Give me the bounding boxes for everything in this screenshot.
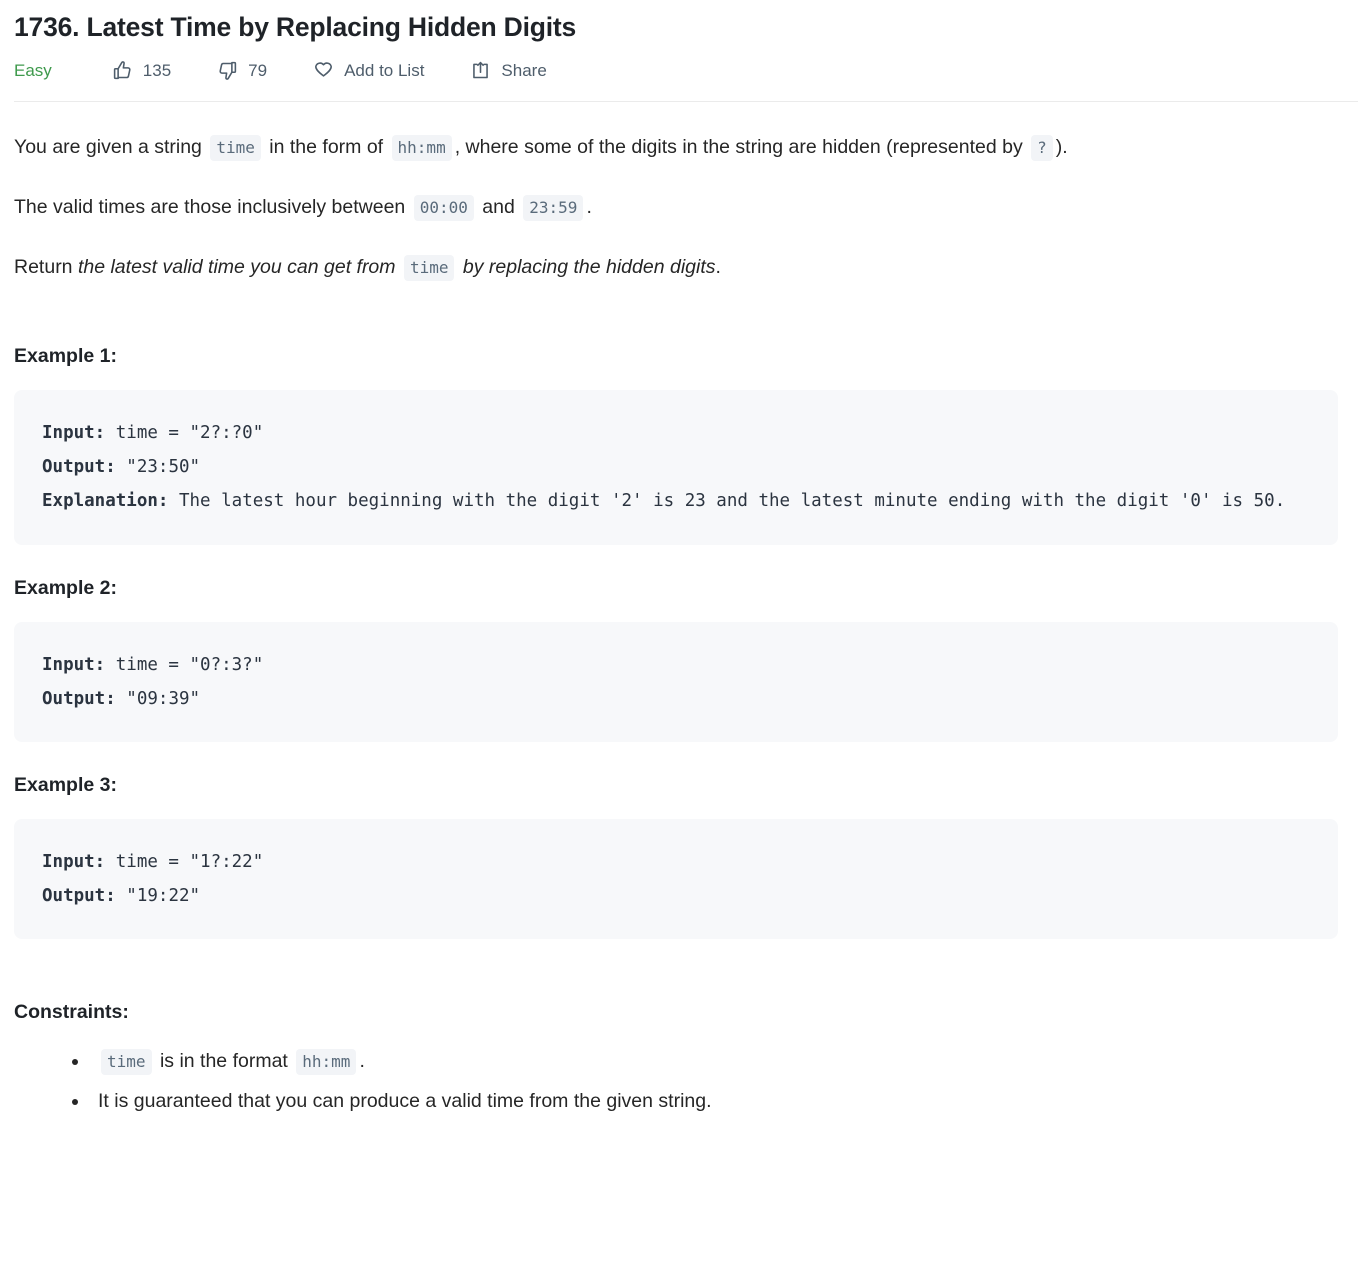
constraint-item-2: It is guaranteed that you can produce a … bbox=[72, 1086, 1356, 1118]
desc-p3-text-a: Return bbox=[14, 255, 73, 278]
upvote-count: 135 bbox=[142, 60, 172, 80]
thumbs-up-icon bbox=[112, 60, 133, 81]
desc-p2-text-c: . bbox=[586, 196, 592, 219]
inline-code-time-3: time bbox=[101, 1049, 152, 1076]
constraints-spacer bbox=[14, 939, 1356, 1001]
downvote-button[interactable]: 79 bbox=[217, 60, 267, 81]
example-1-output-label: Output: bbox=[42, 457, 116, 478]
difficulty-badge: Easy bbox=[14, 60, 52, 80]
header-divider bbox=[14, 101, 1358, 103]
example-1-input-value: time = "2?:?0" bbox=[105, 423, 264, 444]
desc-p1-text-b: in the form of bbox=[269, 136, 384, 159]
example-3-input-value: time = "1?:22" bbox=[105, 851, 264, 872]
share-button[interactable]: Share bbox=[470, 60, 547, 81]
constraints-heading: Constraints: bbox=[14, 1001, 129, 1024]
share-label: Share bbox=[501, 60, 547, 80]
desc-p3-emphasis-1: the latest valid time you can get from bbox=[77, 255, 396, 278]
example-2-heading: Example 2: bbox=[14, 576, 117, 599]
description-paragraph-3: Return the latest valid time you can get… bbox=[14, 252, 1356, 284]
inline-code-max-time: 23:59 bbox=[523, 195, 584, 222]
inline-code-hhmm-2: hh:mm bbox=[296, 1049, 357, 1076]
problem-meta-row: Easy 135 79 Add to List Share bbox=[12, 44, 1358, 81]
downvote-count: 79 bbox=[248, 60, 268, 80]
heart-icon bbox=[313, 60, 334, 81]
description-paragraph-2: The valid times are those inclusively be… bbox=[14, 192, 1356, 224]
example-1-explanation-line: Explanation: The latest hour beginning w… bbox=[42, 484, 1310, 518]
example-2-output-line: Output: "09:39" bbox=[42, 682, 1310, 716]
add-to-list-button[interactable]: Add to List bbox=[313, 60, 424, 81]
share-icon bbox=[470, 60, 491, 81]
example-1-output-value: "23:50" bbox=[115, 457, 201, 478]
example-3-input-label: Input: bbox=[42, 851, 106, 872]
add-to-list-label: Add to List bbox=[344, 60, 425, 80]
desc-p1-text-a: You are given a string bbox=[14, 136, 202, 159]
desc-p1-text-c: , where some of the digits in the string… bbox=[454, 136, 1023, 159]
inline-code-question-mark: ? bbox=[1031, 135, 1053, 162]
problem-content: You are given a string time in the form … bbox=[12, 132, 1358, 1117]
example-1-heading: Example 1: bbox=[14, 345, 117, 368]
example-3-output-line: Output: "19:22" bbox=[42, 879, 1310, 913]
desc-p2-text-a: The valid times are those inclusively be… bbox=[14, 196, 406, 219]
constraint-1-text-a: is in the format bbox=[159, 1050, 288, 1073]
inline-code-time: time bbox=[210, 135, 261, 162]
example-2-input-line: Input: time = "0?:3?" bbox=[42, 648, 1310, 682]
inline-code-min-time: 00:00 bbox=[413, 195, 474, 222]
example-2-input-value: time = "0?:3?" bbox=[105, 654, 264, 675]
example-3-heading: Example 3: bbox=[14, 773, 117, 796]
constraint-1-text-b: . bbox=[359, 1050, 365, 1073]
constraint-item-1: time is in the format hh:mm. bbox=[72, 1046, 1356, 1078]
example-3-input-line: Input: time = "1?:22" bbox=[42, 845, 1310, 879]
example-3-spacer bbox=[14, 742, 1356, 774]
constraint-2-text: It is guaranteed that you can produce a … bbox=[98, 1089, 712, 1112]
upvote-button[interactable]: 135 bbox=[112, 60, 171, 81]
example-1-code-block: Input: time = "2?:?0" Output: "23:50" Ex… bbox=[14, 390, 1338, 545]
desc-p1-text-d: ). bbox=[1055, 136, 1068, 159]
example-3-output-label: Output: bbox=[42, 885, 116, 906]
example-2-code-block: Input: time = "0?:3?" Output: "09:39" bbox=[14, 621, 1338, 742]
page-title: 1736. Latest Time by Replacing Hidden Di… bbox=[14, 12, 577, 42]
example-1-explanation-label: Explanation: bbox=[42, 491, 169, 512]
example-1-input-line: Input: time = "2?:?0" bbox=[42, 416, 1310, 450]
inline-code-hhmm: hh:mm bbox=[391, 135, 452, 162]
inline-code-time-2: time bbox=[403, 254, 455, 281]
constraints-list: time is in the format hh:mm. It is guara… bbox=[14, 1046, 1356, 1117]
desc-p3-text-b: . bbox=[715, 255, 721, 278]
example-2-output-value: "09:39" bbox=[115, 688, 201, 709]
example-1-explanation-value: The latest hour beginning with the digit… bbox=[168, 491, 1286, 512]
example-2-output-label: Output: bbox=[42, 688, 116, 709]
description-paragraph-1: You are given a string time in the form … bbox=[14, 132, 1356, 164]
desc-p2-text-b: and bbox=[482, 196, 515, 219]
example-3-output-value: "19:22" bbox=[115, 885, 201, 906]
example-2-spacer bbox=[14, 545, 1356, 577]
desc-p3-emphasis-2: by replacing the hidden digits bbox=[462, 255, 716, 278]
example-1-input-label: Input: bbox=[42, 423, 106, 444]
example-1-output-line: Output: "23:50" bbox=[42, 450, 1310, 484]
thumbs-down-icon bbox=[217, 60, 238, 81]
problem-description-page: 1736. Latest Time by Replacing Hidden Di… bbox=[0, 0, 1370, 1117]
example-2-input-label: Input: bbox=[42, 654, 106, 675]
example-3-code-block: Input: time = "1?:22" Output: "19:22" bbox=[14, 818, 1338, 940]
